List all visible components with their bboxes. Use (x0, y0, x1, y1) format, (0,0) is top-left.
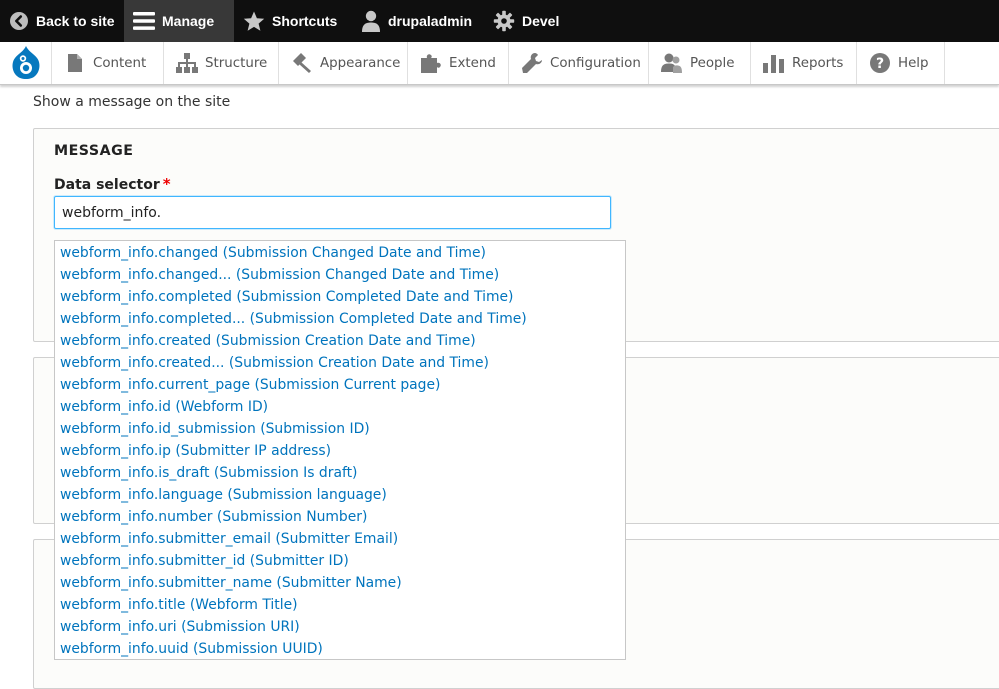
menu-item-label: Extend (449, 55, 496, 71)
shortcuts-tab[interactable]: Shortcuts (234, 0, 349, 42)
autocomplete-item[interactable]: webform_info.language (Submission langua… (55, 484, 625, 506)
autocomplete-item[interactable]: webform_info.changed... (Submission Chan… (55, 264, 625, 286)
autocomplete-item[interactable]: webform_info.ip (Submitter IP address) (55, 440, 625, 462)
data-selector-label: Data selector * (54, 175, 171, 193)
menu-item-label: Structure (205, 55, 268, 71)
menu-item-appearance[interactable]: Appearance (279, 42, 408, 84)
manage-tab[interactable]: Manage (124, 0, 234, 42)
menu-item-help[interactable]: ? Help (857, 42, 945, 84)
autocomplete-item[interactable]: webform_info.is_draft (Submission Is dra… (55, 462, 625, 484)
help-icon: ? (869, 52, 891, 74)
fieldset-legend: MESSAGE (54, 143, 134, 159)
devel-tab[interactable]: Devel (484, 0, 574, 42)
wrench-icon (521, 52, 543, 74)
puzzle-icon (420, 52, 442, 74)
manage-label: Manage (162, 13, 215, 29)
menu-item-label: Content (93, 55, 147, 71)
autocomplete-item[interactable]: webform_info.uuid (Submission UUID) (55, 638, 625, 660)
autocomplete-item[interactable]: webform_info.completed (Submission Compl… (55, 286, 625, 308)
autocomplete-item[interactable]: webform_info.created (Submission Creatio… (55, 330, 625, 352)
autocomplete-item[interactable]: webform_info.title (Webform Title) (55, 594, 625, 616)
menu-item-extend[interactable]: Extend (408, 42, 509, 84)
hamburger-menu-icon (133, 10, 155, 32)
shortcuts-label: Shortcuts (272, 13, 338, 29)
autocomplete-item[interactable]: webform_info.submitter_name (Submitter N… (55, 572, 625, 594)
autocomplete-item[interactable]: webform_info.id (Webform ID) (55, 396, 625, 418)
autocomplete-item[interactable]: webform_info.created... (Submission Crea… (55, 352, 625, 374)
menu-item-label: Appearance (320, 55, 401, 71)
sitemap-icon (176, 52, 198, 74)
menu-item-reports[interactable]: Reports (751, 42, 857, 84)
user-icon (361, 10, 381, 32)
autocomplete-item[interactable]: webform_info.uri (Submission URI) (55, 616, 625, 638)
star-icon (243, 10, 265, 32)
paintbrush-icon (291, 52, 313, 74)
admin-menu-tray: Content Structure Appearance Extend Conf… (0, 42, 999, 85)
drupal-logo-icon[interactable] (0, 42, 52, 84)
menu-item-configuration[interactable]: Configuration (509, 42, 649, 84)
page-description: Show a message on the site (33, 94, 231, 110)
menu-item-label: Help (898, 55, 929, 71)
arrow-left-circle-icon (9, 10, 29, 32)
user-tab[interactable]: drupaladmin (349, 0, 484, 42)
menu-item-label: Configuration (550, 55, 641, 71)
autocomplete-item[interactable]: webform_info.submitter_email (Submitter … (55, 528, 625, 550)
bar-chart-icon (763, 52, 785, 74)
menu-item-label: Reports (792, 55, 844, 71)
svg-text:?: ? (876, 56, 884, 72)
data-selector-input[interactable] (54, 196, 611, 229)
autocomplete-item[interactable]: webform_info.current_page (Submission Cu… (55, 374, 625, 396)
devel-label: Devel (522, 13, 560, 29)
autocomplete-item[interactable]: webform_info.submitter_id (Submitter ID) (55, 550, 625, 572)
data-selector-label-text: Data selector (54, 177, 160, 193)
required-marker: * (162, 175, 171, 193)
admin-toolbar: Back to site Manage Shortcuts drupaladmi… (0, 0, 999, 42)
menu-item-structure[interactable]: Structure (164, 42, 279, 84)
autocomplete-item[interactable]: webform_info.changed (Submission Changed… (55, 242, 625, 264)
menu-item-content[interactable]: Content (52, 42, 164, 84)
autocomplete-item[interactable]: webform_info.id_submission (Submission I… (55, 418, 625, 440)
autocomplete-item[interactable]: webform_info.number (Submission Number) (55, 506, 625, 528)
menu-item-label: People (690, 55, 735, 71)
user-label: drupaladmin (388, 13, 473, 29)
people-icon (661, 52, 683, 74)
menu-item-people[interactable]: People (649, 42, 751, 84)
back-to-site-link[interactable]: Back to site (0, 0, 124, 42)
back-to-site-label: Back to site (36, 13, 115, 29)
autocomplete-dropdown: webform_info.changed (Submission Changed… (54, 240, 626, 660)
autocomplete-item[interactable]: webform_info.completed... (Submission Co… (55, 308, 625, 330)
gear-icon (493, 10, 515, 32)
file-icon (64, 52, 86, 74)
